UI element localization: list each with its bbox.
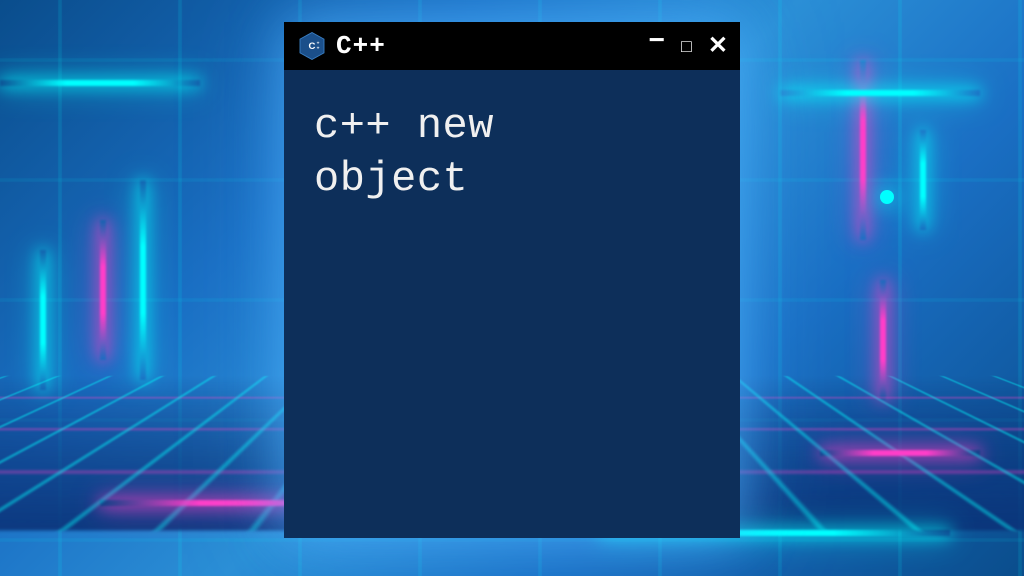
svg-text:C: C bbox=[309, 41, 316, 52]
window-controls: − □ ✕ bbox=[649, 32, 728, 60]
svg-text:+: + bbox=[317, 47, 320, 52]
neon-line bbox=[140, 180, 146, 380]
window-title: C++ bbox=[336, 31, 641, 61]
svg-text:+: + bbox=[317, 42, 320, 47]
neon-line bbox=[920, 130, 926, 230]
minimize-button[interactable]: − bbox=[649, 26, 665, 54]
neon-line bbox=[780, 90, 980, 96]
neon-line bbox=[880, 280, 886, 400]
cpp-hexagon-icon: C + + bbox=[296, 30, 328, 62]
neon-line bbox=[820, 450, 980, 456]
terminal-window: C + + C++ − □ ✕ c++ new object bbox=[284, 22, 740, 538]
neon-line bbox=[0, 80, 200, 86]
neon-line bbox=[860, 60, 866, 240]
terminal-content: c++ new object bbox=[314, 100, 710, 205]
neon-line bbox=[100, 220, 106, 360]
titlebar[interactable]: C + + C++ − □ ✕ bbox=[284, 22, 740, 70]
close-button[interactable]: ✕ bbox=[708, 34, 728, 58]
neon-line bbox=[40, 250, 46, 390]
neon-dot bbox=[880, 190, 894, 204]
maximize-button[interactable]: □ bbox=[681, 37, 692, 55]
terminal-body[interactable]: c++ new object bbox=[284, 70, 740, 538]
